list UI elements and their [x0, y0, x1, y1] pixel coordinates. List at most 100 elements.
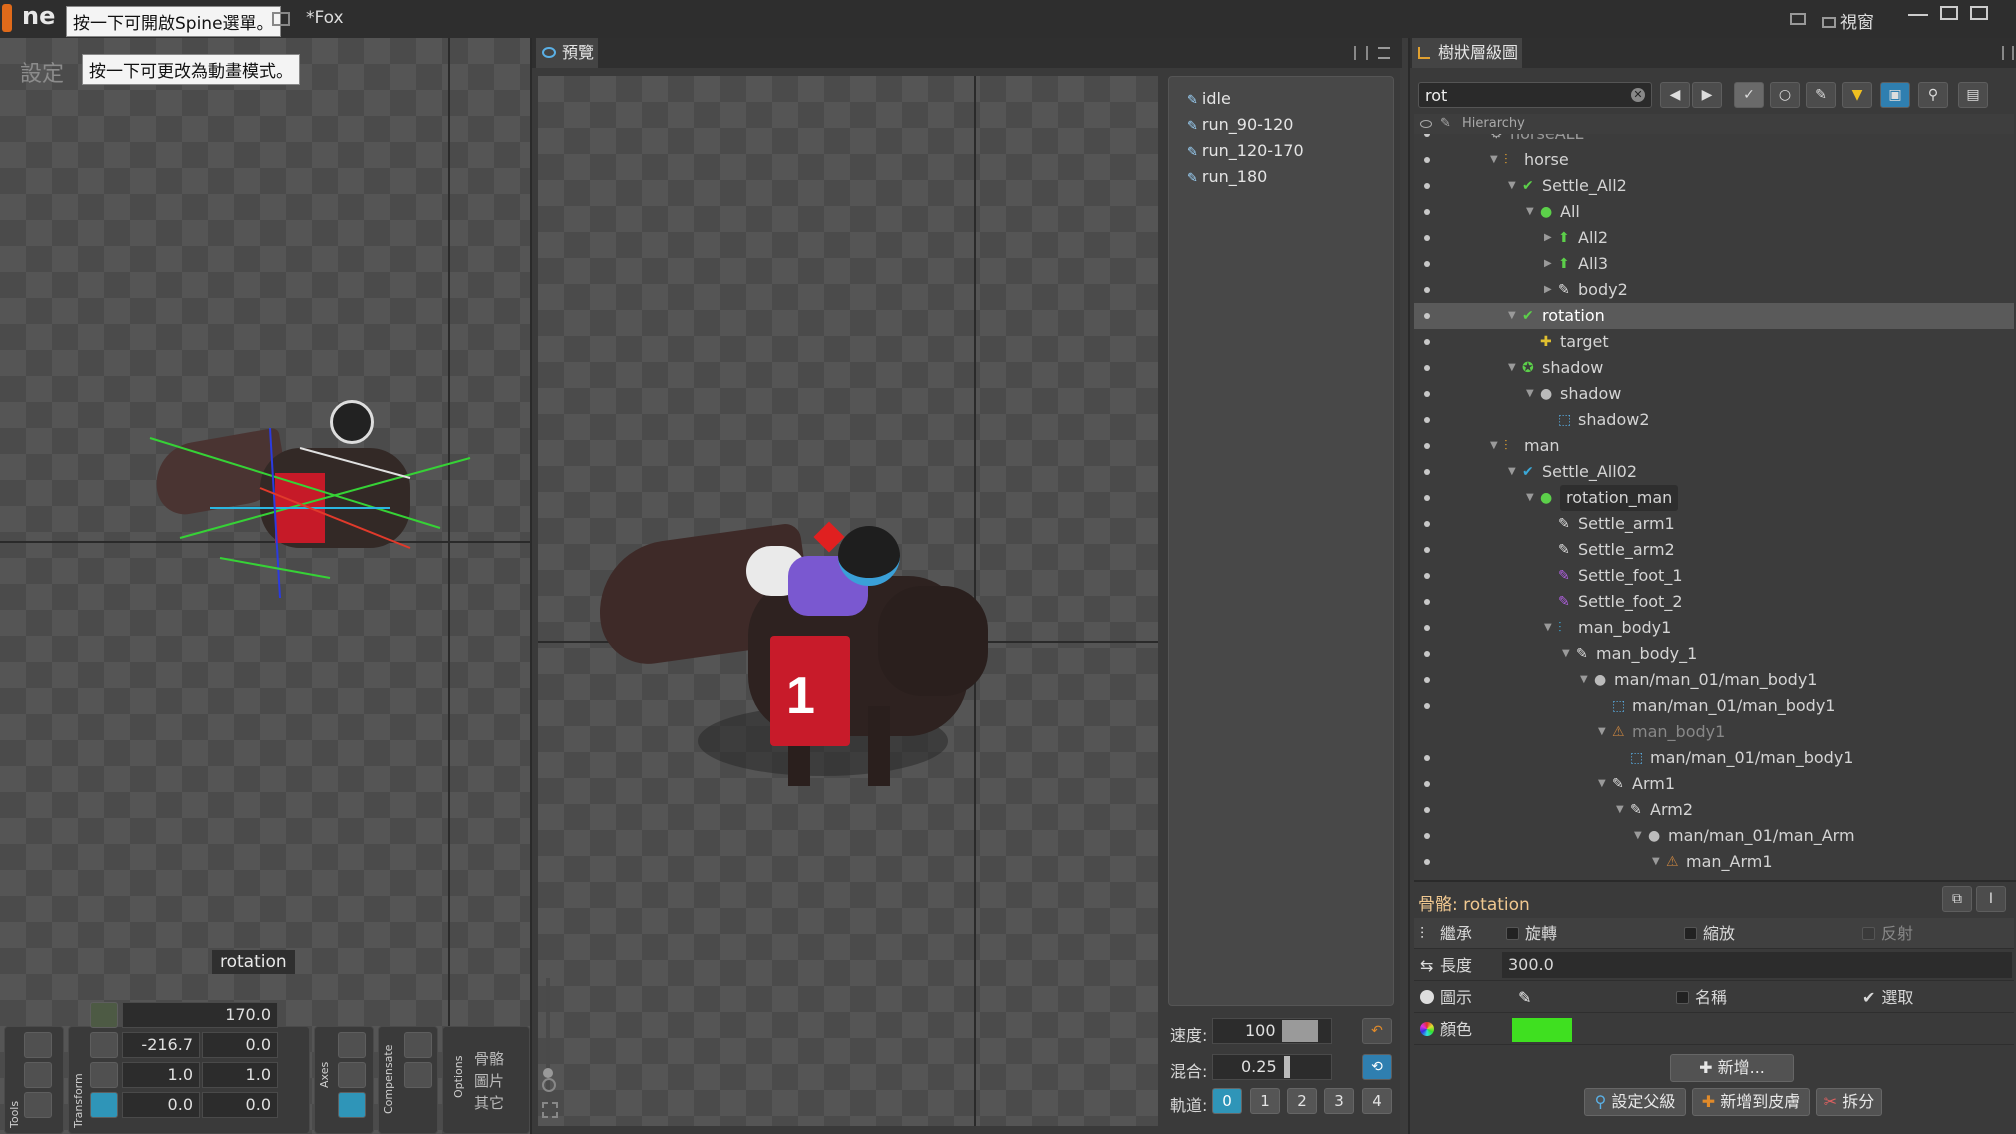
shear-y-value[interactable]: 0.0 [202, 1092, 278, 1118]
restore-button[interactable] [1970, 6, 1988, 20]
fox-rider-skeleton[interactable] [149, 400, 471, 608]
mix-slider-fill[interactable] [1284, 1056, 1290, 1078]
search-options-button[interactable]: ⚲ [1918, 82, 1948, 108]
loop-button[interactable]: ⟲ [1362, 1054, 1392, 1080]
tree-row-man-body-1[interactable]: ▼ ✎ man_body_1 [1414, 641, 2014, 667]
weights-tool-button[interactable] [24, 1062, 52, 1088]
tree-row-body2[interactable]: ▶ ✎ body2 [1414, 277, 2014, 303]
view-menu[interactable]: 視窗 [1822, 8, 1874, 33]
axes-world-button[interactable] [338, 1092, 366, 1118]
focus-button[interactable]: ▣ [1880, 82, 1910, 108]
animation-item[interactable]: ✎ run_90-120 [1187, 115, 1293, 134]
animation-item[interactable]: ✎ idle [1187, 89, 1231, 108]
scale-tool-button[interactable] [90, 1062, 118, 1088]
next-result-button[interactable]: ▶ [1692, 82, 1722, 108]
pose-tool-button[interactable] [24, 1032, 52, 1058]
tree-row-settle-arm2[interactable]: ✎ Settle_arm2 [1414, 537, 2014, 563]
shear-tool-button[interactable] [90, 1092, 118, 1118]
tree-row-rotation-man[interactable]: ▼ ● rotation_man [1414, 485, 2014, 511]
preview-options-icon[interactable] [1354, 46, 1368, 60]
bone-icon-selector[interactable]: ✎ [1518, 982, 1531, 1013]
properties-rename-button[interactable]: I [1976, 886, 2006, 912]
rotate-value[interactable]: 170.0 [122, 1002, 278, 1028]
option-images[interactable]: 圖片 [474, 1070, 504, 1091]
tree-options-icon[interactable] [2002, 46, 2014, 60]
tree-row-settle-foot-2[interactable]: ✎ Settle_foot_2 [1414, 589, 2014, 615]
scale-y-value[interactable]: 1.0 [202, 1062, 278, 1088]
tree-row-settle-all2[interactable]: ▼ ✔ Settle_All2 [1414, 173, 2014, 199]
speed-reset-button[interactable]: ↶ [1362, 1018, 1392, 1044]
tree-row-all[interactable]: ▼ ● All [1414, 199, 2014, 225]
length-field[interactable]: 300.0 [1502, 952, 2012, 978]
tree-row-man-arm1[interactable]: ▼ ⚠ man_Arm1 [1414, 849, 2014, 875]
tree-row-settle-arm1[interactable]: ✎ Settle_arm1 [1414, 511, 2014, 537]
translate-tool-button[interactable] [90, 1032, 118, 1058]
set-parent-button[interactable]: ⚲ 設定父級 [1584, 1088, 1686, 1116]
translate-y-value[interactable]: 0.0 [202, 1032, 278, 1058]
maximize-button[interactable] [1940, 6, 1958, 20]
tree-row-attachment-man-body1[interactable]: ⬚ man/man_01/man_body1 [1414, 693, 2014, 719]
add-to-skin-button[interactable]: ✚ 新增到皮膚 [1692, 1088, 1810, 1116]
tree-row-man[interactable]: ▼ ⫶ man [1414, 433, 2014, 459]
collapse-button[interactable]: ▤ [1958, 82, 1988, 108]
tab-preview[interactable]: 預覽 [536, 38, 598, 68]
inherit-rotate-checkbox[interactable]: 旋轉 [1506, 918, 1557, 949]
filter-slots-button[interactable]: ○ [1770, 82, 1800, 108]
selectable-checkbox[interactable]: ✔ 選取 [1862, 982, 1913, 1013]
layout-icon[interactable] [1790, 13, 1806, 25]
tree-row-man-body1-hidden[interactable]: ▼ ⚠ man_body1 [1414, 719, 2014, 745]
tree-search-box[interactable]: ✕ [1418, 82, 1652, 108]
rotate-tool-button[interactable] [90, 1002, 118, 1028]
properties-copy-button[interactable]: ⧉ [1942, 886, 1972, 912]
option-others[interactable]: 其它 [474, 1092, 504, 1113]
inherit-scale-checkbox[interactable]: 縮放 [1684, 918, 1735, 949]
axes-parent-button[interactable] [338, 1062, 366, 1088]
tree-row-shadow-bone[interactable]: ▼ ✪ shadow [1414, 355, 2014, 381]
mix-field[interactable]: 0.25 [1212, 1054, 1332, 1080]
clear-search-icon[interactable]: ✕ [1631, 88, 1645, 102]
shear-x-value[interactable]: 0.0 [122, 1092, 200, 1118]
zoom-slider-handle[interactable] [543, 1068, 553, 1078]
zoom-icon[interactable] [542, 1078, 556, 1092]
prev-result-button[interactable]: ◀ [1660, 82, 1690, 108]
tree-row-horseall[interactable]: ⚙horseALL [1414, 134, 2014, 147]
bone-color-swatch[interactable] [1512, 1018, 1572, 1042]
tree-row-shadow2[interactable]: ⬚ shadow2 [1414, 407, 2014, 433]
tree-row-settle-foot-1[interactable]: ✎ Settle_foot_1 [1414, 563, 2014, 589]
tree-row-all3[interactable]: ▶ ⬆ All3 [1414, 251, 2014, 277]
scale-x-value[interactable]: 1.0 [122, 1062, 200, 1088]
tree-row-shadow-slot[interactable]: ▼ ● shadow [1414, 381, 2014, 407]
track-button-2[interactable]: 2 [1287, 1088, 1317, 1114]
tree-row-slot-man-body1[interactable]: ▼ ● man/man_01/man_body1 [1414, 667, 2014, 693]
tree-row-arm1[interactable]: ▼ ✎ Arm1 [1414, 771, 2014, 797]
show-name-checkbox[interactable]: 名稱 [1676, 982, 1727, 1013]
speed-slider-fill[interactable] [1282, 1020, 1318, 1042]
preview-menu-icon[interactable] [1378, 47, 1390, 59]
filter-bones-button[interactable]: ✓ [1734, 82, 1764, 108]
spine-logo[interactable]: ne [0, 2, 60, 34]
split-button[interactable]: ✂ 拆分 [1816, 1088, 1882, 1116]
filter-icon[interactable]: ▼ [1842, 82, 1872, 108]
new-button[interactable]: ✚ 新增... [1670, 1054, 1794, 1082]
tree-row-arm2[interactable]: ▼ ✎ Arm2 [1414, 797, 2014, 823]
animation-item[interactable]: ✎ run_120-170 [1187, 141, 1304, 160]
track-button-3[interactable]: 3 [1324, 1088, 1354, 1114]
minimize-button[interactable] [1908, 4, 1928, 24]
tree-row-horse[interactable]: ▼ ⫶ horse [1414, 147, 2014, 173]
hierarchy-tree[interactable]: ⚙horseALL ▼⫶horse ▼✔Settle_All2 ▼●All ▶⬆… [1414, 134, 2014, 918]
tree-row-attachment-man-body1-b[interactable]: ⬚ man/man_01/man_body1 [1414, 745, 2014, 771]
inherit-reflect-checkbox[interactable]: 反射 [1862, 918, 1913, 949]
option-bones[interactable]: 骨骼 [474, 1048, 504, 1069]
tree-row-settle-all02[interactable]: ▼ ✔ Settle_All02 [1414, 459, 2014, 485]
track-button-4[interactable]: 4 [1362, 1088, 1392, 1114]
tree-row-man-body1[interactable]: ▼ ⫶ man_body1 [1414, 615, 2014, 641]
main-viewport[interactable]: 設定 按一下可更改為動畫模式。 rotation Tools Transform… [0, 38, 530, 1134]
track-button-0[interactable]: 0 [1212, 1088, 1242, 1114]
create-tool-button[interactable] [24, 1092, 52, 1118]
filter-attachments-button[interactable]: ✎ [1806, 82, 1836, 108]
tree-row-all2[interactable]: ▶ ⬆ All2 [1414, 225, 2014, 251]
track-button-1[interactable]: 1 [1250, 1088, 1280, 1114]
compensate-bones-button[interactable] [404, 1032, 432, 1058]
translate-x-value[interactable]: -216.7 [122, 1032, 200, 1058]
setup-mode-label[interactable]: 設定 [20, 56, 64, 88]
